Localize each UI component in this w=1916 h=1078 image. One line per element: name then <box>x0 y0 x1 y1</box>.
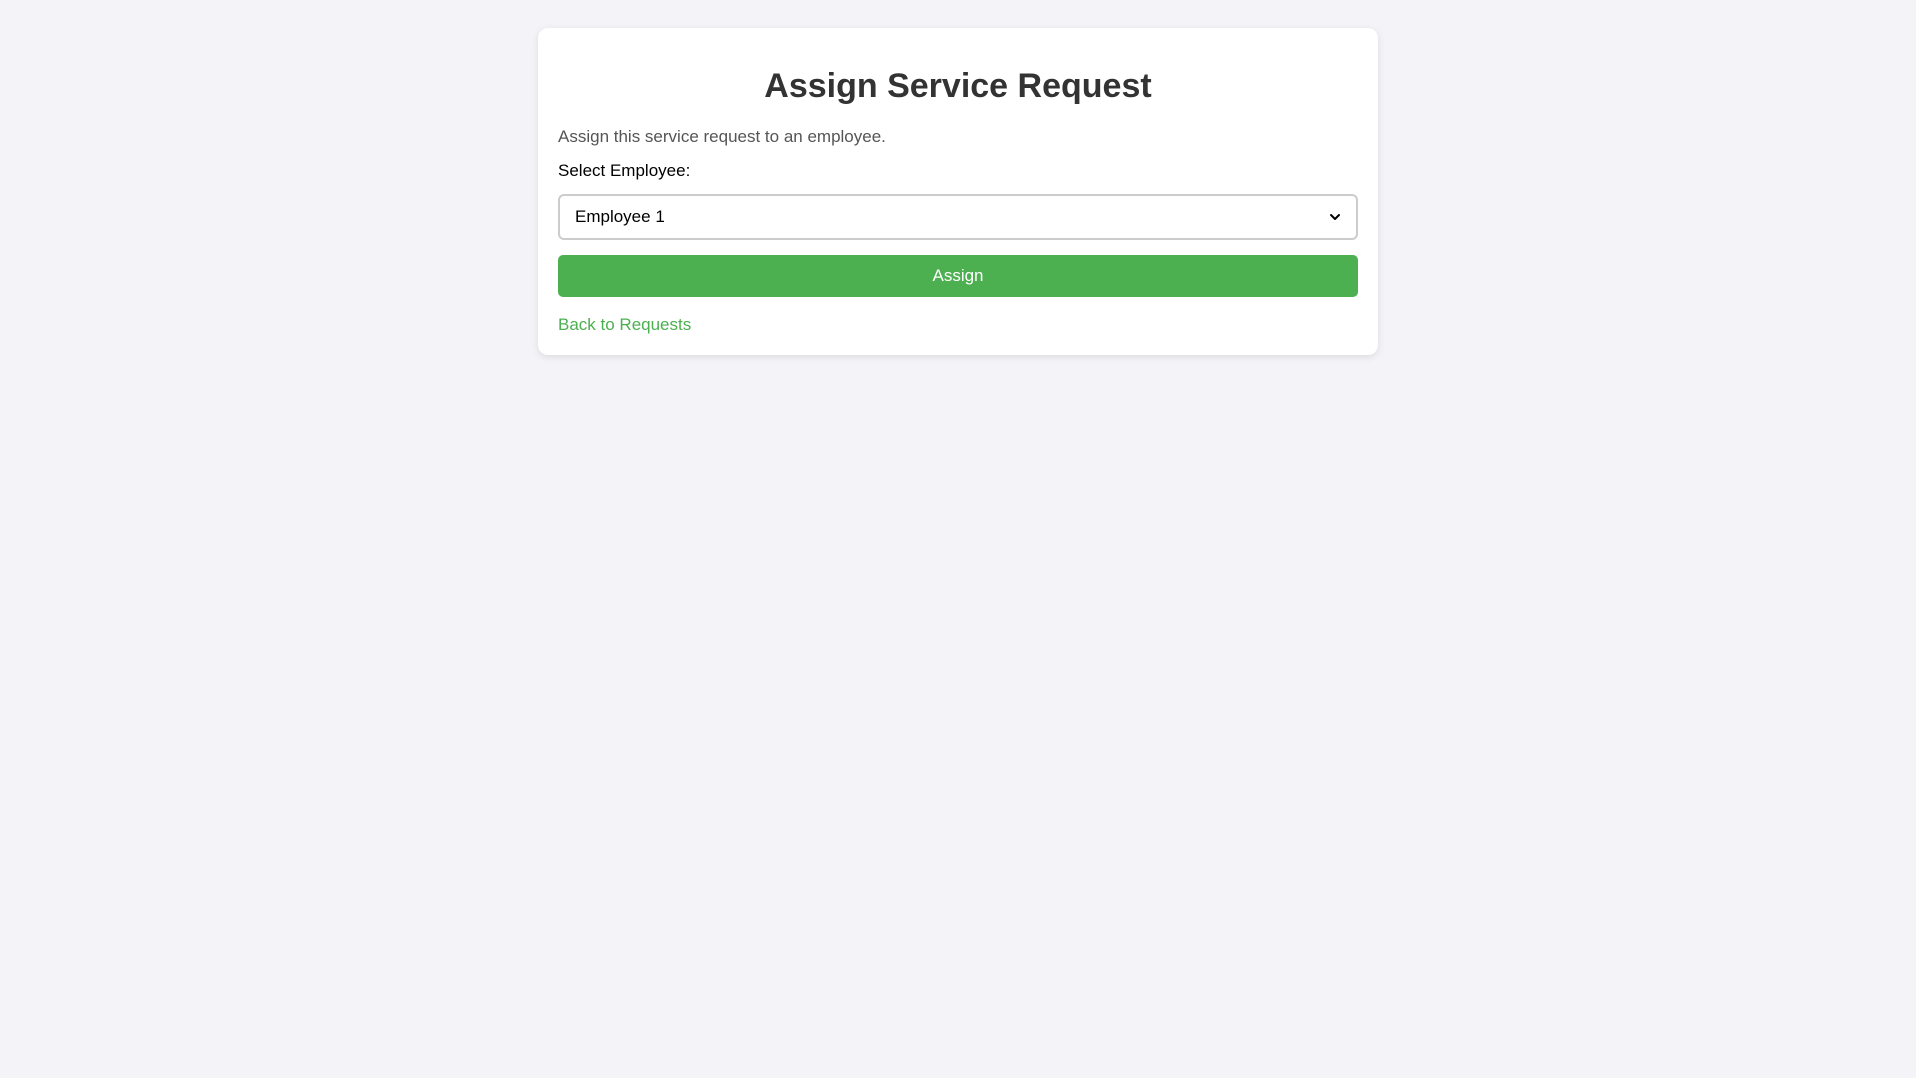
employee-select[interactable]: Employee 1 <box>558 194 1358 240</box>
chevron-down-icon <box>1329 211 1341 223</box>
assign-request-card: Assign Service Request Assign this servi… <box>538 28 1378 355</box>
back-to-requests-link[interactable]: Back to Requests <box>558 315 691 335</box>
assign-button[interactable]: Assign <box>558 255 1358 297</box>
page-title: Assign Service Request <box>764 67 1152 105</box>
employee-label: Select Employee: <box>558 161 691 180</box>
form-description: Assign this service request to an employ… <box>558 127 886 146</box>
selected-employee: Employee 1 <box>575 207 665 226</box>
